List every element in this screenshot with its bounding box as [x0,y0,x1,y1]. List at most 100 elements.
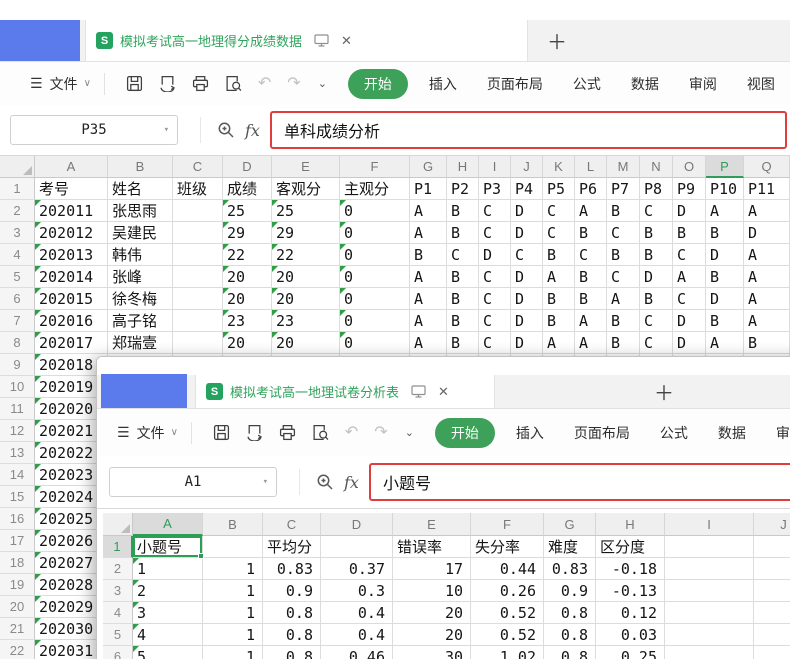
row-header-3[interactable]: 3 [103,580,133,602]
column-header-M[interactable]: M [607,156,640,178]
column-header-F[interactable]: F [471,513,544,536]
row-header-14[interactable]: 14 [0,464,35,486]
cell-K3[interactable]: C [543,222,575,244]
print-button[interactable] [279,424,296,441]
column-header-F[interactable]: F [340,156,410,178]
cell-F8[interactable]: 0 [340,332,410,354]
cell-A7[interactable]: 202016 [35,310,108,332]
column-header-D[interactable]: D [321,513,393,536]
cell-E6[interactable]: 20 [272,288,340,310]
cell-H6[interactable]: 0.25 [596,646,665,659]
cell-O4[interactable]: C [673,244,706,266]
cell-B8[interactable]: 郑瑞壹 [108,332,173,354]
cell-C4[interactable] [173,244,223,266]
column-header-O[interactable]: O [673,156,706,178]
row-header-20[interactable]: 20 [0,596,35,618]
cell-M6[interactable]: A [607,288,640,310]
cell-D2[interactable]: 0.37 [321,558,393,580]
ribbon-tab-开始[interactable]: 开始 [348,69,408,99]
ribbon-tab-审阅[interactable]: 审阅 [776,423,790,443]
cell-E6[interactable]: 30 [393,646,471,659]
cell-F3[interactable]: 0 [340,222,410,244]
cell-H5[interactable]: B [447,266,479,288]
cell-G1[interactable]: 难度 [544,536,596,558]
print-button[interactable] [192,75,209,92]
cell-H2[interactable]: B [447,200,479,222]
row-header-18[interactable]: 18 [0,552,35,574]
cell-C1[interactable]: 平均分 [263,536,321,558]
column-header-G[interactable]: G [410,156,447,178]
cell-C7[interactable] [173,310,223,332]
cell-J1[interactable] [754,536,790,558]
cell-F3[interactable]: 0.26 [471,580,544,602]
row-header-2[interactable]: 2 [0,200,35,222]
column-header-L[interactable]: L [575,156,607,178]
cell-O7[interactable]: D [673,310,706,332]
cell-G6[interactable]: 0.8 [544,646,596,659]
cell-H6[interactable]: B [447,288,479,310]
cell-M3[interactable]: C [607,222,640,244]
column-header-A[interactable]: A [35,156,108,178]
cell-E5[interactable]: 20 [272,266,340,288]
cell-G7[interactable]: A [410,310,447,332]
row-header-6[interactable]: 6 [0,288,35,310]
toolbar-more-icon[interactable]: ⌄ [318,77,327,90]
cell-F6[interactable]: 0 [340,288,410,310]
cell-A3[interactable]: 2 [133,580,203,602]
cell-D2[interactable]: 25 [223,200,272,222]
row-header-1[interactable]: 1 [103,536,133,558]
cell-D7[interactable]: 23 [223,310,272,332]
row-header-11[interactable]: 11 [0,398,35,420]
cell-P5[interactable]: B [706,266,744,288]
cell-E5[interactable]: 20 [393,624,471,646]
cell-G4[interactable]: B [410,244,447,266]
cell-A1[interactable]: 小题号 [133,536,203,558]
cell-B4[interactable]: 韩伟 [108,244,173,266]
cell-P1[interactable]: P10 [706,178,744,200]
cell-B5[interactable]: 1 [203,624,263,646]
undo-button[interactable]: ↶ [345,425,358,441]
column-header-I[interactable]: I [479,156,511,178]
cell-J6[interactable]: D [511,288,543,310]
cell-C5[interactable] [173,266,223,288]
cell-N5[interactable]: D [640,266,673,288]
cell-B7[interactable]: 高子铭 [108,310,173,332]
cell-A4[interactable]: 202013 [35,244,108,266]
redo-button[interactable]: ↷ [287,76,300,92]
export-pdf-button[interactable] [159,75,176,92]
row-header-6[interactable]: 6 [103,646,133,659]
tab-close-icon[interactable]: ✕ [341,34,352,47]
ribbon-tab-公式[interactable]: 公式 [660,423,688,443]
cell-N8[interactable]: C [640,332,673,354]
cell-D1[interactable] [321,536,393,558]
cell-O5[interactable]: A [673,266,706,288]
cell-H1[interactable]: 区分度 [596,536,665,558]
name-box[interactable]: P35 ▾ [10,115,178,145]
cell-E3[interactable]: 29 [272,222,340,244]
cell-D6[interactable]: 0.46 [321,646,393,659]
cell-D6[interactable]: 20 [223,288,272,310]
row-header-9[interactable]: 9 [0,354,35,376]
cell-E4[interactable]: 22 [272,244,340,266]
toolbar-more-icon[interactable]: ⌄ [405,426,414,439]
redo-button[interactable]: ↷ [374,425,387,441]
cell-L4[interactable]: C [575,244,607,266]
ribbon-tab-插入[interactable]: 插入 [516,423,544,443]
cell-J4[interactable] [754,602,790,624]
cell-J3[interactable]: D [511,222,543,244]
cell-D3[interactable]: 0.3 [321,580,393,602]
cell-L1[interactable]: P6 [575,178,607,200]
cell-I3[interactable] [665,580,754,602]
ribbon-tab-公式[interactable]: 公式 [573,74,601,94]
cell-A5[interactable]: 202014 [35,266,108,288]
cell-G3[interactable]: A [410,222,447,244]
cell-P6[interactable]: D [706,288,744,310]
cell-C6[interactable] [173,288,223,310]
cell-F5[interactable]: 0 [340,266,410,288]
cell-M7[interactable]: B [607,310,640,332]
cell-J5[interactable]: D [511,266,543,288]
cell-G2[interactable]: 0.83 [544,558,596,580]
document-tab[interactable]: S 模拟考试高一地理得分成绩数据 ✕ [85,20,528,61]
cell-N3[interactable]: B [640,222,673,244]
column-header-J[interactable]: J [511,156,543,178]
